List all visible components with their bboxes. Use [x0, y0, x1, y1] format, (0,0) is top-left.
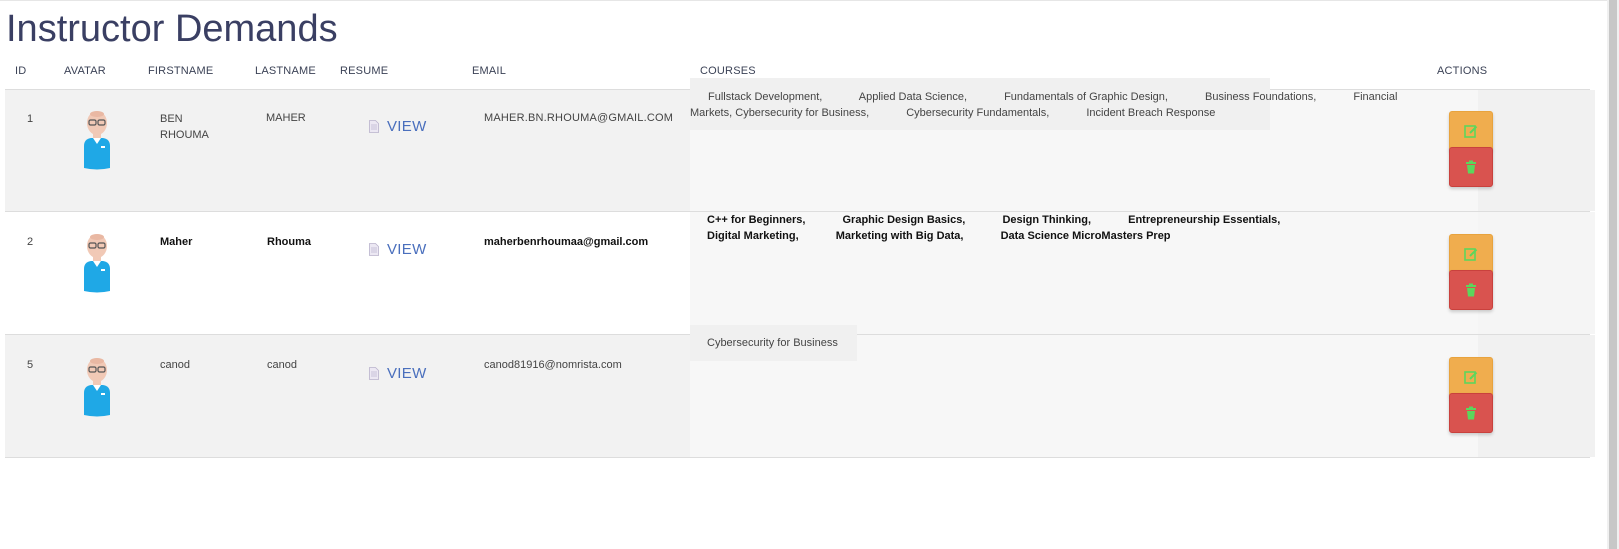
course-tag: Applied Data Science, [858, 91, 968, 103]
trash-icon [1466, 160, 1476, 174]
edit-icon [1464, 248, 1478, 261]
actions-cell [1478, 90, 1595, 211]
cell-id: 5 [27, 359, 34, 371]
header-actions: ACTIONS [1437, 65, 1488, 77]
document-icon [369, 243, 379, 256]
course-tag: Incident Breach Response [1086, 107, 1216, 119]
cell-firstname: Maher [160, 236, 193, 248]
cell-email: MAHER.BN.RHOUMA@GMAIL.COM [484, 112, 674, 124]
view-resume-label: VIEW [387, 241, 427, 258]
user-avatar-icon [84, 111, 110, 170]
scrollbar-thumb[interactable] [1609, 0, 1617, 549]
edit-button[interactable] [1449, 357, 1493, 397]
course-tag: Business Foundations, [1205, 91, 1317, 103]
cell-firstname: BEN RHOUMA [160, 113, 209, 141]
cell-courses: Cybersecurity for Business [707, 335, 1427, 351]
course-tag: C++ for Beginners, [707, 214, 806, 226]
edit-icon [1464, 371, 1478, 384]
trash-icon [1466, 283, 1476, 297]
course-tag: Data Science MicroMasters Prep [1000, 230, 1171, 242]
document-icon [369, 120, 379, 133]
view-resume-link[interactable]: VIEW [369, 241, 427, 258]
course-tag: Graphic Design Basics, [842, 214, 966, 226]
header-courses: COURSES [700, 65, 756, 77]
page-title: Instructor Demands [6, 8, 338, 50]
view-resume-link[interactable]: VIEW [369, 365, 427, 382]
cell-id: 2 [27, 236, 34, 248]
header-resume: RESUME [340, 65, 389, 77]
view-resume-label: VIEW [387, 118, 427, 135]
cell-email: canod81916@nomrista.com [484, 359, 622, 371]
edit-button[interactable] [1449, 234, 1493, 274]
user-avatar-icon [84, 358, 110, 417]
cell-firstname: canod [160, 359, 190, 371]
header-firstname: FIRSTNAME [148, 65, 214, 77]
course-tag: Marketing with Big Data, [835, 230, 964, 242]
header-lastname: LASTNAME [255, 65, 316, 77]
top-border [0, 0, 1607, 1]
cell-lastname: MAHER [266, 112, 306, 124]
actions-cell [1478, 212, 1595, 334]
cell-courses: C++ for Beginners, Graphic Design Basics… [707, 212, 1427, 244]
course-tag: Cybersecurity for Business [707, 337, 838, 349]
delete-button[interactable] [1449, 147, 1493, 187]
header-avatar: AVATAR [64, 65, 106, 77]
user-avatar-icon [84, 234, 110, 293]
cell-email: maherbenrhoumaa@gmail.com [484, 236, 649, 248]
delete-button[interactable] [1449, 270, 1493, 310]
course-tag: Fullstack Development, [708, 91, 823, 103]
delete-button[interactable] [1449, 393, 1493, 433]
header-id: ID [15, 65, 27, 77]
edit-button[interactable] [1449, 111, 1493, 151]
course-tag: Entrepreneurship Essentials, [1128, 214, 1281, 226]
cell-lastname: canod [267, 359, 297, 371]
course-tag: Cybersecurity Fundamentals, [906, 107, 1050, 119]
course-tag: Design Thinking, [1002, 214, 1092, 226]
actions-cell [1478, 335, 1595, 457]
cell-courses: Fullstack Development, Applied Data Scie… [690, 89, 1410, 121]
cell-lastname: Rhouma [267, 236, 311, 248]
course-tag: Cybersecurity for Business, [735, 107, 870, 119]
vertical-scrollbar[interactable] [1607, 0, 1619, 549]
course-tag: Digital Marketing, [707, 230, 799, 242]
course-tag: Fundamentals of Graphic Design, [1004, 91, 1168, 103]
header-email: EMAIL [472, 65, 507, 77]
cell-id: 1 [27, 113, 34, 125]
table-row [5, 325, 1595, 458]
edit-icon [1464, 125, 1478, 138]
trash-icon [1466, 406, 1476, 420]
document-icon [369, 367, 379, 380]
view-resume-label: VIEW [387, 365, 427, 382]
view-resume-link[interactable]: VIEW [369, 118, 427, 135]
